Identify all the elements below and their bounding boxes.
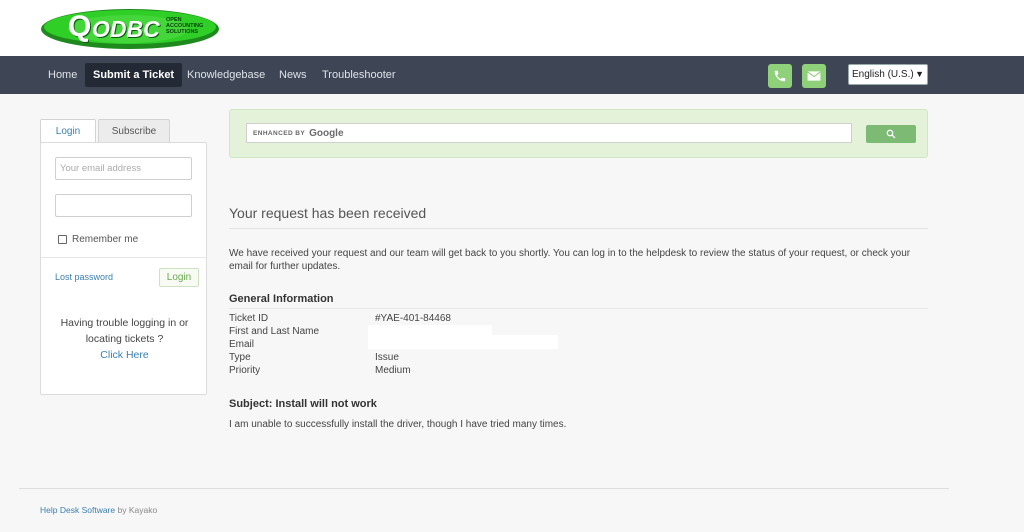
login-panel: Your email address Remember me Lost pass… bbox=[40, 142, 207, 395]
top-header: Q ODBC OPEN ACCOUNTING SOLUTIONS bbox=[0, 0, 1024, 56]
info-label: Ticket ID bbox=[229, 313, 269, 324]
info-label: Email bbox=[229, 339, 255, 350]
phone-contact-button[interactable] bbox=[768, 64, 792, 88]
footer: Help Desk Software by Kayako bbox=[40, 505, 157, 515]
logo-tagline: OPEN ACCOUNTING SOLUTIONS bbox=[166, 17, 203, 35]
info-divider bbox=[229, 308, 928, 309]
tab-login[interactable]: Login bbox=[40, 119, 96, 143]
search-button[interactable] bbox=[866, 125, 916, 143]
info-label: Priority bbox=[229, 365, 261, 376]
info-value: #YAE-401-84468 bbox=[375, 313, 451, 324]
lost-password-link[interactable]: Lost password bbox=[55, 272, 113, 282]
info-value: Issue bbox=[375, 352, 399, 363]
subject-description: I am unable to successfully install the … bbox=[229, 419, 567, 430]
search-panel: ENHANCED BY Google bbox=[229, 109, 928, 158]
click-here-link[interactable]: Click Here bbox=[51, 349, 198, 361]
info-value: Medium bbox=[375, 365, 411, 376]
google-label: Google bbox=[309, 127, 344, 139]
nav-item-news[interactable]: News bbox=[271, 63, 315, 87]
panel-divider bbox=[41, 257, 206, 258]
search-icon bbox=[886, 129, 896, 139]
remember-me-checkbox[interactable] bbox=[58, 235, 67, 244]
helpdesk-software-link[interactable]: Help Desk Software bbox=[40, 505, 115, 515]
info-row-priority: Priority Medium bbox=[229, 365, 629, 378]
remember-me[interactable]: Remember me bbox=[58, 234, 138, 245]
site-logo[interactable]: Q ODBC OPEN ACCOUNTING SOLUTIONS bbox=[40, 8, 220, 50]
info-row-type: Type Issue bbox=[229, 352, 629, 365]
tab-subscribe[interactable]: Subscribe bbox=[98, 119, 170, 143]
redacted-email bbox=[368, 335, 558, 349]
search-input[interactable]: ENHANCED BY Google bbox=[246, 123, 852, 143]
confirmation-message: We have received your request and our te… bbox=[229, 248, 911, 272]
nav-item-troubleshooter[interactable]: Troubleshooter bbox=[314, 63, 404, 87]
general-info-title: General Information bbox=[229, 293, 334, 305]
page-title: Your request has been received bbox=[229, 205, 427, 221]
footer-suffix: by Kayako bbox=[115, 505, 158, 515]
mail-contact-button[interactable] bbox=[802, 64, 826, 88]
info-label: Type bbox=[229, 352, 251, 363]
logo-letter: Q bbox=[68, 10, 92, 43]
language-select[interactable]: English (U.S.) ▼ bbox=[848, 64, 928, 85]
login-button[interactable]: Login bbox=[159, 268, 199, 287]
language-select-value: English (U.S.) bbox=[852, 69, 914, 80]
logo-text: ODBC bbox=[92, 16, 160, 42]
nav-item-knowledgebase[interactable]: Knowledgebase bbox=[179, 63, 273, 87]
nav-item-home[interactable]: Home bbox=[40, 63, 85, 87]
title-divider bbox=[229, 228, 928, 229]
chevron-down-icon: ▼ bbox=[915, 69, 924, 79]
nav-item-submit-ticket[interactable]: Submit a Ticket bbox=[85, 63, 183, 87]
email-field[interactable]: Your email address bbox=[55, 157, 192, 180]
footer-divider bbox=[19, 488, 949, 489]
password-field[interactable] bbox=[55, 194, 192, 217]
trouble-text: Having trouble logging in or locating ti… bbox=[60, 317, 189, 345]
logo-tagline-line: SOLUTIONS bbox=[166, 29, 199, 35]
enhanced-by-label: ENHANCED BY bbox=[253, 129, 306, 137]
info-label: First and Last Name bbox=[229, 326, 320, 337]
mail-icon bbox=[807, 71, 821, 81]
subject-title: Subject: Install will not work bbox=[229, 398, 377, 410]
remember-me-label: Remember me bbox=[72, 234, 139, 245]
phone-icon bbox=[774, 70, 786, 82]
